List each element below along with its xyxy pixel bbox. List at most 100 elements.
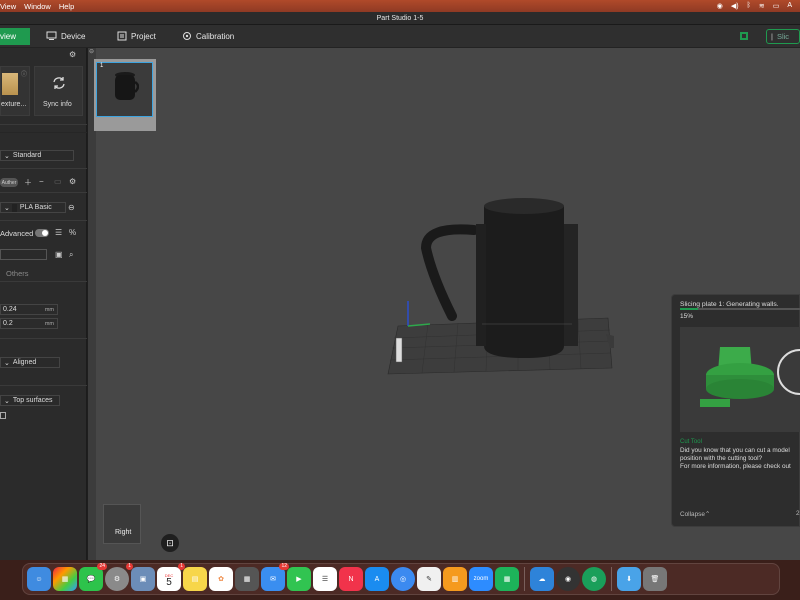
calendar-day: 5 — [166, 577, 172, 588]
sync-info-card[interactable]: Sync info — [34, 66, 83, 116]
wifi-icon[interactable]: ≋ — [759, 2, 765, 10]
process-preset-select[interactable]: ⌄ Standard — [0, 150, 74, 161]
slicing-percent: 15% — [680, 313, 694, 320]
calibration-icon — [182, 31, 192, 43]
tab-preview-label: view — [0, 32, 17, 41]
folder-icon[interactable]: ▭ — [54, 177, 62, 186]
news-icon[interactable]: N — [339, 567, 363, 591]
calculator-icon[interactable]: ▦ — [235, 567, 259, 591]
advanced-toggle[interactable] — [35, 229, 49, 237]
reminders-icon[interactable]: ☰ — [313, 567, 337, 591]
tab-device-label: Device — [61, 32, 86, 41]
sync-info-label: Sync info — [43, 101, 72, 108]
ironing-value: Top surfaces — [12, 397, 53, 404]
downloads-folder-icon[interactable]: ⬇ — [617, 567, 641, 591]
safari-icon[interactable]: ◎ — [391, 567, 415, 591]
seam-select[interactable]: ⌄ Aligned — [0, 357, 60, 368]
tab-project[interactable]: Project — [117, 29, 156, 44]
window-title: Part Studio 1-5 — [376, 14, 424, 22]
slicing-progress-popup: Slicing plate 1: Generating walls. 15% C… — [671, 294, 800, 527]
filament-select[interactable]: ⌄ PLA Basic — [0, 202, 66, 213]
preview-icon[interactable]: ▣ — [131, 567, 155, 591]
photos-icon[interactable]: ✿ — [209, 567, 233, 591]
slice-plate-label: Slic — [776, 32, 790, 41]
numbers-icon[interactable]: ▦ — [495, 567, 519, 591]
view-cube-label: Right — [115, 529, 132, 536]
view-cube[interactable]: Right — [103, 504, 141, 544]
fit-view-button[interactable]: ⊡ — [161, 534, 179, 552]
volume-icon[interactable]: ◀) — [731, 2, 739, 10]
nozzle-tag-label: Auther — [1, 179, 17, 186]
export-icon[interactable] — [739, 31, 749, 43]
collapse-button[interactable]: Collapse⌃ — [680, 510, 710, 518]
notes-icon[interactable]: ▤ — [183, 567, 207, 591]
filament-settings-icon[interactable]: ⚙ — [69, 177, 76, 186]
bambu-studio-icon[interactable]: ◍ — [582, 567, 606, 591]
slice-plate-button[interactable]: | Slic — [766, 29, 800, 44]
menu-help[interactable]: Help — [59, 2, 74, 11]
messages-icon[interactable]: 💬 24 — [79, 563, 107, 591]
input-source-icon[interactable]: A — [787, 2, 792, 10]
device-icon — [46, 31, 57, 43]
collapse-icon[interactable]: ⊖ — [89, 48, 94, 55]
system-settings-icon[interactable]: ⚙ 1 — [105, 563, 133, 591]
plate-number: 1 — [100, 63, 104, 69]
search-input[interactable] — [0, 249, 47, 260]
nozzle-tag[interactable]: Auther — [0, 178, 18, 187]
badge: 24 — [97, 563, 107, 570]
divider — [0, 168, 87, 169]
tab-project-label: Project — [131, 32, 156, 41]
tab-preview[interactable]: view — [0, 28, 30, 45]
menu-window[interactable]: Window — [24, 2, 51, 11]
finder-icon[interactable]: ☺ — [27, 567, 51, 591]
textedit-icon[interactable]: ✎ — [417, 567, 441, 591]
mug-model[interactable] — [378, 148, 638, 398]
bluetooth-icon[interactable]: ᛒ — [747, 2, 751, 10]
window-titlebar: Part Studio 1-5 — [0, 12, 800, 25]
trash-icon[interactable]: 🗑 — [643, 567, 667, 591]
tip-title: Cut Tool — [680, 439, 702, 445]
record-icon[interactable]: ◉ — [717, 2, 723, 10]
plate-texture-card[interactable]: ⓘ exture... — [0, 66, 30, 116]
initial-layer-value: 0.2 — [3, 320, 13, 327]
ironing-select[interactable]: ⌄ Top surfaces — [0, 395, 60, 406]
app-store-icon[interactable]: A — [365, 567, 389, 591]
weather-icon[interactable]: ☁ — [530, 567, 554, 591]
mail-icon[interactable]: ✉ 12 — [261, 563, 289, 591]
chevron-down-icon: ⌄ — [4, 397, 10, 405]
zoom-icon[interactable]: zoom — [469, 567, 493, 591]
save-icon[interactable]: ▣ — [55, 250, 63, 259]
tab-device[interactable]: Device — [46, 29, 85, 44]
books-icon[interactable]: ▥ — [443, 567, 467, 591]
chevron-down-icon: ⌄ — [4, 152, 10, 160]
slicing-status: Slicing plate 1: Generating walls. — [680, 301, 779, 308]
list-icon[interactable]: ☰ — [55, 228, 62, 237]
add-icon[interactable]: ＋ — [24, 177, 32, 188]
initial-layer-input[interactable]: 0.2 mm — [0, 318, 58, 329]
plate-thumbnail-card[interactable]: 1 — [94, 59, 156, 131]
tab-others[interactable]: Others — [6, 269, 29, 278]
battery-icon[interactable]: ▭ — [773, 2, 780, 10]
advanced-label: Advanced — [0, 229, 34, 238]
layer-height-value: 0.24 — [3, 306, 17, 313]
calendar-icon[interactable]: DEC 5 1 — [157, 563, 185, 591]
launchpad-icon[interactable]: ▦ — [53, 567, 77, 591]
menu-view[interactable]: View — [0, 2, 16, 11]
search-icon[interactable]: ⌕ — [69, 250, 73, 260]
macos-dock: ☺ ▦ 💬 24 ⚙ 1 ▣ DEC 5 1 ▤ ✿ ▦ ✉ 12 ▶ ☰ N A ◎… — [22, 563, 780, 595]
plate-texture-label: exture... — [1, 101, 27, 108]
quicktime-icon[interactable]: ◉ — [556, 567, 580, 591]
sync-icon — [51, 75, 67, 93]
tip-text: Did you know that you can cut a model — [680, 447, 790, 454]
facetime-icon[interactable]: ▶ — [287, 567, 311, 591]
progress-bar — [680, 308, 800, 310]
settings-gear-icon[interactable]: ⚙ — [69, 50, 76, 59]
layer-height-input[interactable]: 0.24 mm — [0, 304, 58, 315]
tip-text: position with the cutting tool? — [680, 455, 763, 462]
percent-icon[interactable]: % — [69, 228, 76, 237]
dock-separator — [611, 567, 612, 591]
checkbox[interactable] — [0, 412, 6, 419]
filament-edit-icon[interactable]: ⊖ — [68, 203, 75, 212]
remove-icon[interactable]: − — [39, 177, 44, 186]
tab-calibration[interactable]: Calibration — [182, 29, 234, 44]
